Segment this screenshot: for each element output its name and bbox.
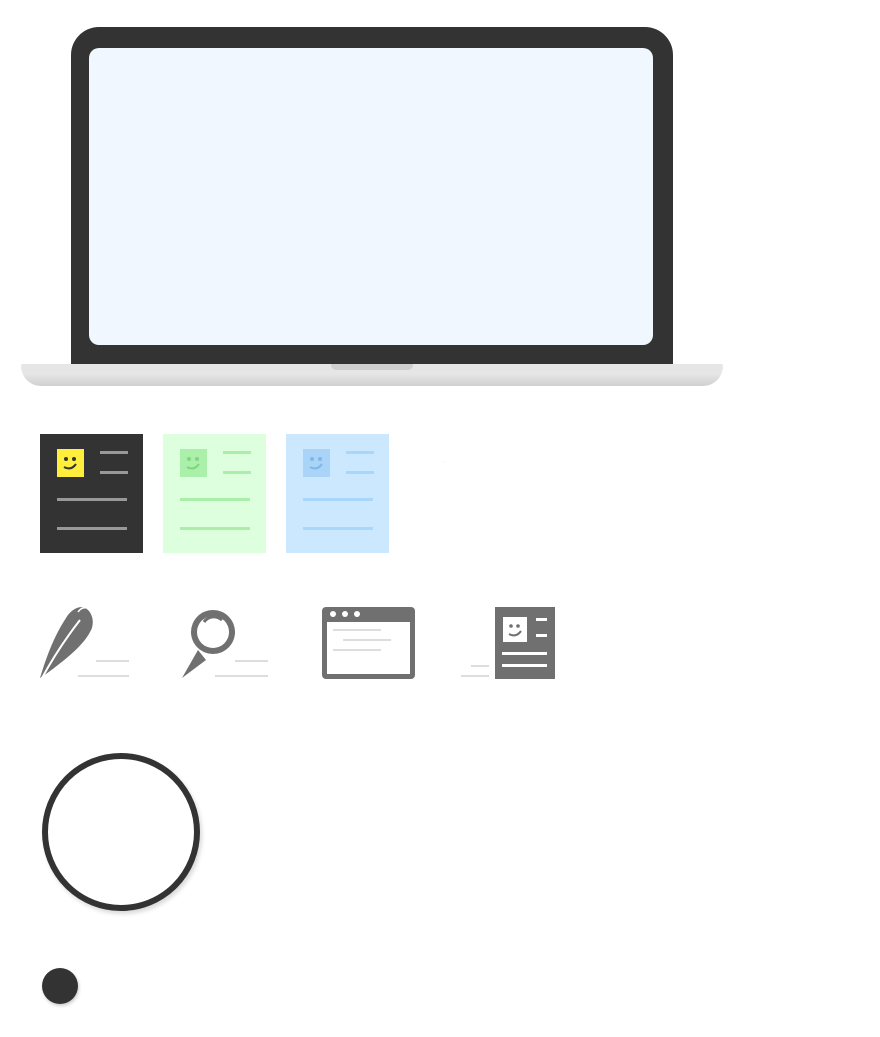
profile-card-icon[interactable] [458, 598, 558, 686]
large-circle-button[interactable] [42, 753, 200, 911]
small-dot-button[interactable] [42, 968, 78, 1004]
theme-card-blank[interactable] [409, 434, 512, 553]
laptop-notch [331, 364, 413, 370]
feather-icon[interactable] [36, 598, 132, 686]
laptop-base [21, 364, 723, 386]
laptop-lid [71, 27, 673, 369]
theme-card-green[interactable] [163, 434, 266, 553]
browser-window-icon[interactable] [320, 598, 418, 686]
magnifier-icon[interactable] [178, 598, 272, 686]
theme-card-blue[interactable] [286, 434, 389, 553]
laptop-screen [89, 48, 653, 345]
theme-card-dark[interactable] [40, 434, 143, 553]
